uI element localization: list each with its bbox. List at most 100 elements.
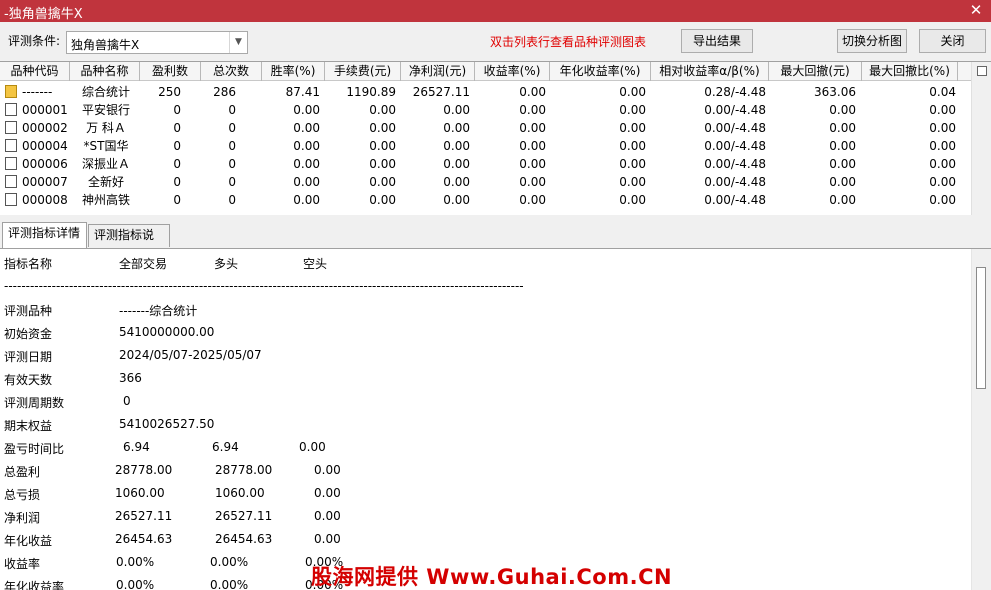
- metric-all-value: 366: [119, 371, 142, 385]
- column-header[interactable]: 相对收益率α/β(%): [651, 62, 769, 81]
- cell-annual-return: 0.00: [619, 193, 646, 207]
- cell-annual-return: 0.00: [619, 121, 646, 135]
- cell-relative-return: 0.00/-4.48: [704, 193, 766, 207]
- cell-relative-return: 0.28/-4.48: [704, 85, 766, 99]
- condition-value: 独角兽擒牛X: [71, 38, 140, 52]
- doc-icon: [5, 193, 17, 206]
- cell-annual-return: 0.00: [619, 139, 646, 153]
- column-header[interactable]: 品种代码: [0, 62, 70, 81]
- column-header[interactable]: 最大回撤比(%): [862, 62, 958, 81]
- close-icon[interactable]: ✕: [967, 1, 985, 19]
- tab-metric-details[interactable]: 评测指标详情: [2, 222, 87, 248]
- cell-max-drawdown-ratio: 0.00: [929, 175, 956, 189]
- column-header[interactable]: 手续费(元): [325, 62, 401, 81]
- column-header[interactable]: 品种名称: [70, 62, 140, 81]
- metric-short-value: 0.00: [314, 532, 341, 546]
- metric-label: 评测日期: [4, 350, 53, 364]
- doc-icon: [5, 157, 17, 170]
- metric-all-value: 0: [123, 394, 131, 408]
- metric-label: 收益率: [4, 557, 41, 571]
- cell-max-drawdown: 0.00: [829, 121, 856, 135]
- close-button[interactable]: 关闭: [919, 29, 986, 53]
- metric-long-value: 1060.00: [215, 486, 265, 500]
- cell-code: -------: [22, 85, 53, 99]
- cell-max-drawdown: 0.00: [829, 157, 856, 171]
- metric-long-value: 26527.11: [215, 509, 273, 523]
- condition-select[interactable]: 独角兽擒牛X ▼: [66, 31, 248, 54]
- cell-total: 0: [228, 103, 236, 117]
- cell-relative-return: 0.00/-4.48: [704, 103, 766, 117]
- metric-short-value: 0.00: [314, 509, 341, 523]
- column-header[interactable]: 盈利数: [140, 62, 201, 81]
- cell-max-drawdown: 0.00: [829, 175, 856, 189]
- cell-relative-return: 0.00/-4.48: [704, 175, 766, 189]
- cell-total: 0: [228, 175, 236, 189]
- detail-scrollbar[interactable]: [971, 249, 991, 590]
- metric-label: 初始资金: [4, 327, 53, 341]
- cell-relative-return: 0.00/-4.48: [704, 157, 766, 171]
- metric-label: 期末权益: [4, 419, 53, 433]
- metric-label: 盈亏时间比: [4, 442, 65, 456]
- cell-total: 0: [228, 193, 236, 207]
- tab-metric-explanation[interactable]: 评测指标说明: [88, 224, 170, 263]
- metric-long-value: 28778.00: [215, 463, 273, 477]
- cell-return: 0.00: [519, 175, 546, 189]
- cell-max-drawdown-ratio: 0.00: [929, 103, 956, 117]
- cell-code: 000004: [22, 139, 68, 153]
- metric-label: 评测品种: [4, 304, 53, 318]
- doc-icon: [5, 139, 17, 152]
- export-button[interactable]: 导出结果: [681, 29, 753, 53]
- metric-all-value: 0.00%: [116, 555, 155, 569]
- metric-label: 有效天数: [4, 373, 53, 387]
- table-row[interactable]: 000002 万 科Ａ 0 0 0.00 0.00 0.00 0.00 0.00 0.00/-4.…: [0, 119, 970, 137]
- metric-all-value: 28778.00: [115, 463, 173, 477]
- chevron-down-icon[interactable]: ▼: [229, 32, 247, 53]
- table-row[interactable]: 000007 全新好 0 0 0.00 0.00 0.00 0.00 0.00 0.00/-4.4…: [0, 173, 970, 191]
- cell-max-drawdown-ratio: 0.00: [929, 121, 956, 135]
- cell-return: 0.00: [519, 121, 546, 135]
- cell-return: 0.00: [519, 85, 546, 99]
- table-row[interactable]: ------- 综合统计 250 286 87.41 1190.89 26527.11 0.0…: [0, 83, 970, 101]
- doc-icon: [5, 175, 17, 188]
- table-header: 品种代码 品种名称 盈利数 总次数 胜率(%) 手续费(元) 净利润(元) 收益率(%) 年化收…: [0, 62, 991, 81]
- column-header[interactable]: 最大回撤(元): [769, 62, 862, 81]
- toolbar: 评测条件: 独角兽擒牛X ▼ 双击列表行查看品种评测图表 导出结果 切换分析图 …: [0, 22, 991, 60]
- metric-long-value: 0.00%: [210, 555, 249, 569]
- table-row[interactable]: 000001 平安银行 0 0 0.00 0.00 0.00 0.00 0.00 0.00/-4.…: [0, 101, 970, 119]
- table-row[interactable]: 000006 深振业Ａ 0 0 0.00 0.00 0.00 0.00 0.00 0.00/-4.…: [0, 155, 970, 173]
- metric-label: 年化收益: [4, 534, 53, 548]
- cell-return: 0.00: [519, 139, 546, 153]
- cell-code: 000002: [22, 121, 68, 135]
- cell-total: 0: [228, 121, 236, 135]
- table-row[interactable]: 000008 神州高铁 0 0 0.00 0.00 0.00 0.00 0.00 0.00/-4.…: [0, 191, 970, 209]
- folder-icon: [5, 85, 17, 98]
- column-header[interactable]: 总次数: [201, 62, 262, 81]
- metric-long-value: 6.94: [212, 440, 239, 454]
- cell-code: 000007: [22, 175, 68, 189]
- scroll-thumb[interactable]: [976, 267, 986, 389]
- cell-max-drawdown: 0.00: [829, 193, 856, 207]
- detail-header-short: 空头: [303, 257, 328, 271]
- scroll-corner-icon: [977, 66, 987, 76]
- condition-label: 评测条件:: [8, 34, 61, 48]
- column-header[interactable]: 胜率(%): [262, 62, 325, 81]
- switch-chart-button[interactable]: 切换分析图: [837, 29, 907, 53]
- cell-max-drawdown-ratio: 0.00: [929, 193, 956, 207]
- detail-tabs: 评测指标详情 评测指标说明: [0, 222, 991, 263]
- column-header[interactable]: 收益率(%): [475, 62, 550, 81]
- detail-header-name: 指标名称: [4, 257, 53, 271]
- column-header[interactable]: 年化收益率(%): [550, 62, 651, 81]
- table-row[interactable]: 000004 *ST国华 0 0 0.00 0.00 0.00 0.00 0.00 0.00/-4…: [0, 137, 970, 155]
- cell-max-drawdown: 0.00: [829, 139, 856, 153]
- column-header[interactable]: 净利润(元): [401, 62, 475, 81]
- cell-total: 0: [228, 139, 236, 153]
- cell-max-drawdown-ratio: 0.04: [929, 85, 956, 99]
- cell-max-drawdown: 363.06: [814, 85, 856, 99]
- cell-code: 000008: [22, 193, 68, 207]
- metric-detail-panel: 指标名称 全部交易 多头 空头 ------------------------…: [0, 248, 991, 590]
- metric-all-value: 1060.00: [115, 486, 165, 500]
- table-scrollbar[interactable]: [971, 62, 991, 215]
- metric-short-value: 0.00: [314, 486, 341, 500]
- metric-label: 评测周期数: [4, 396, 65, 410]
- metric-long-value: 0.00%: [210, 578, 249, 590]
